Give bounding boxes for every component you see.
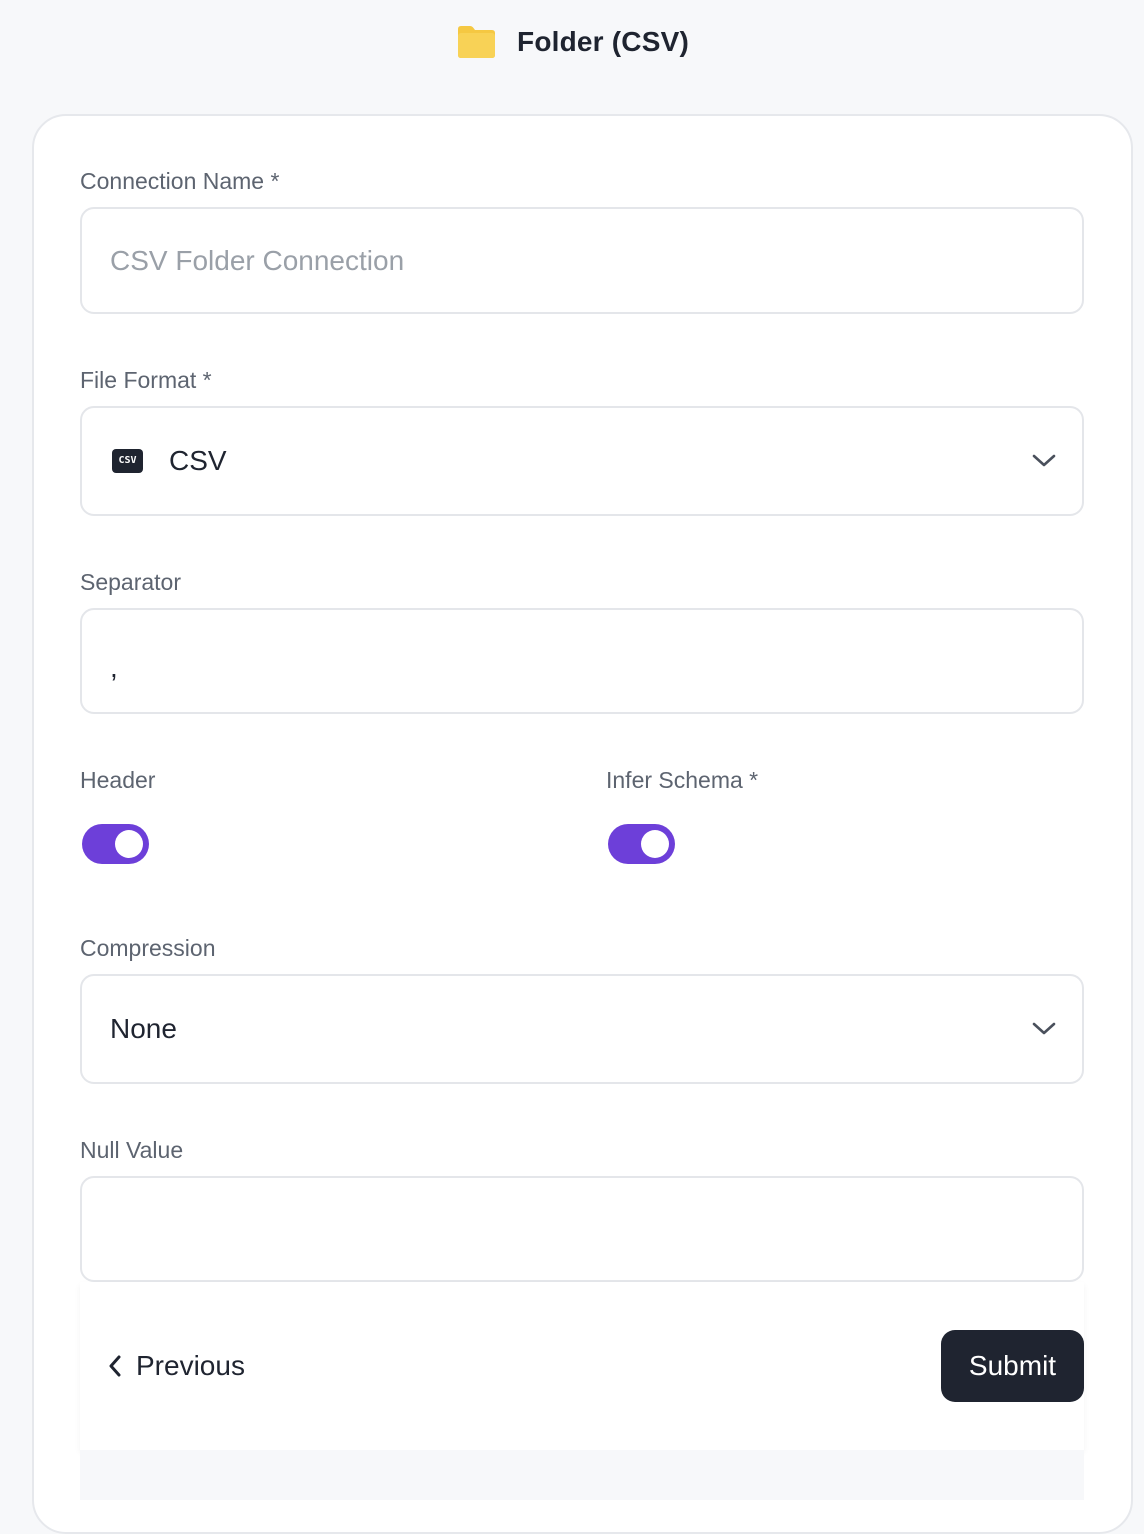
toggle-knob — [115, 830, 143, 858]
infer-schema-label: Infer Schema * — [606, 767, 759, 793]
file-format-label: File Format * — [80, 367, 212, 393]
separator-input[interactable]: , — [80, 608, 1084, 714]
folder-icon — [458, 26, 496, 58]
chevron-down-icon — [1032, 1022, 1056, 1035]
chevron-left-icon — [109, 1355, 121, 1377]
chevron-down-icon — [1032, 454, 1056, 467]
null-value-label: Null Value — [80, 1137, 184, 1163]
separator-label: Separator — [80, 569, 182, 595]
compression-label: Compression — [80, 935, 216, 961]
connection-name-input[interactable]: CSV Folder Connection — [80, 207, 1084, 314]
null-value-input[interactable] — [80, 1176, 1084, 1282]
submit-button[interactable]: Submit — [941, 1330, 1084, 1402]
compression-select[interactable]: None — [80, 974, 1084, 1084]
connection-name-label: Connection Name * — [80, 168, 280, 194]
file-format-value: CSV — [169, 445, 227, 476]
toggle-knob — [641, 830, 669, 858]
header-toggle-label: Header — [80, 767, 156, 793]
footer-shadow-area — [80, 1450, 1084, 1500]
page-title: Folder (CSV) — [517, 26, 689, 57]
file-format-select[interactable]: CSV CSV — [80, 406, 1084, 516]
connection-name-placeholder: CSV Folder Connection — [110, 244, 405, 276]
infer-schema-toggle[interactable] — [608, 824, 675, 864]
separator-value: , — [110, 652, 118, 684]
header-toggle[interactable] — [82, 824, 149, 864]
form-footer: Previous Submit — [80, 1282, 1084, 1450]
previous-label: Previous — [136, 1350, 245, 1381]
csv-file-icon: CSV — [112, 449, 143, 473]
compression-value: None — [110, 1013, 177, 1044]
page-header: Folder (CSV) — [0, 0, 1144, 84]
previous-button[interactable]: Previous — [108, 1350, 245, 1382]
